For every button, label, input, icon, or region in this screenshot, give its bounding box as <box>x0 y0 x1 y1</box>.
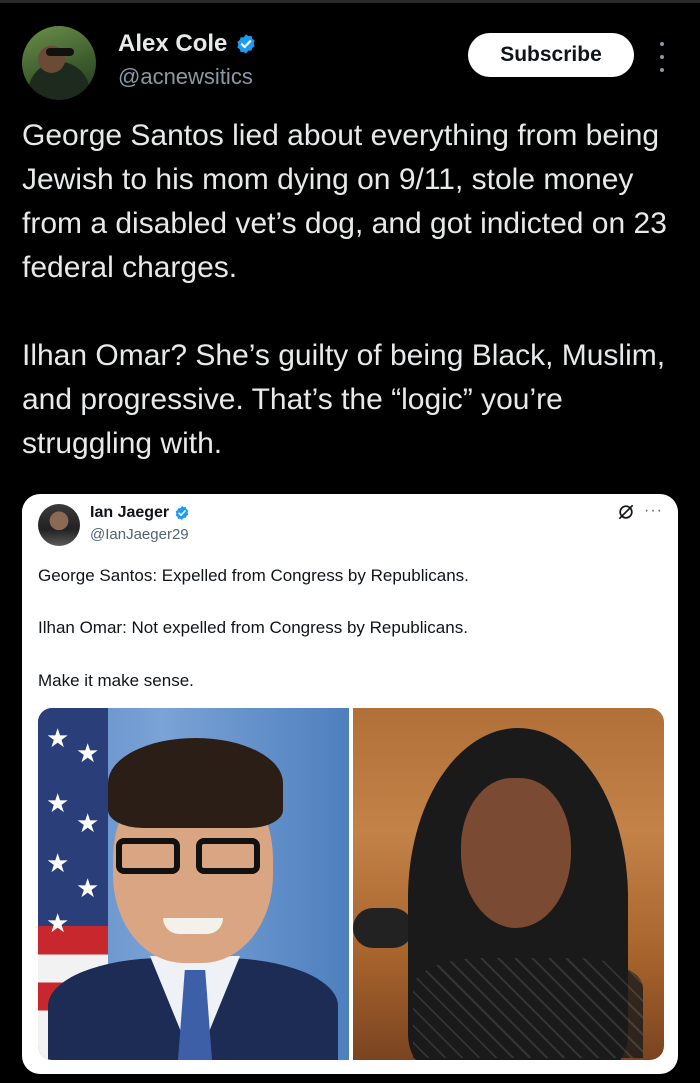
divider <box>0 0 700 3</box>
quoted-media[interactable]: ★ ★ ★ ★ ★ ★ ★ <box>38 708 664 1060</box>
dot <box>660 55 664 59</box>
face <box>461 778 571 928</box>
star-icon: ★ <box>46 848 70 878</box>
subscribe-button[interactable]: Subscribe <box>468 33 634 77</box>
quoted-more-options-icon[interactable]: ··· <box>644 502 663 520</box>
author-avatar[interactable] <box>22 26 96 100</box>
quoted-text-line: George Santos: Expelled from Congress by… <box>38 566 469 585</box>
quoted-text-line: Make it make sense. <box>38 671 194 690</box>
quoted-author-name-row: Ian Jaeger <box>90 504 190 522</box>
quoted-post-card[interactable]: Ian Jaeger @IanJaeger29 ··· George Santo… <box>22 494 678 1074</box>
quoted-author-avatar[interactable] <box>38 504 80 546</box>
microphone <box>353 908 413 948</box>
quoted-author-name[interactable]: Ian Jaeger <box>90 504 169 522</box>
glasses <box>116 838 271 878</box>
author-handle[interactable]: @acnewsitics <box>118 64 253 90</box>
star-icon: ★ <box>46 723 70 753</box>
photo-george-santos[interactable]: ★ ★ ★ ★ ★ ★ ★ <box>38 708 349 1060</box>
smile <box>163 918 223 934</box>
scarf-pattern <box>413 958 643 1058</box>
quoted-text-line: Ilhan Omar: Not expelled from Congress b… <box>38 618 468 637</box>
more-options-icon[interactable] <box>654 40 670 74</box>
verified-badge-icon <box>175 506 189 520</box>
dot <box>660 68 664 72</box>
dot <box>660 42 664 46</box>
star-icon: ★ <box>46 908 70 938</box>
star-icon: ★ <box>76 873 100 903</box>
quoted-author-handle[interactable]: @IanJaeger29 <box>90 526 189 543</box>
grok-icon[interactable] <box>616 502 636 522</box>
author-name-row: Alex Cole <box>118 30 257 58</box>
star-icon: ★ <box>76 808 100 838</box>
author-name[interactable]: Alex Cole <box>118 30 227 58</box>
avatar-glasses <box>46 48 74 56</box>
post-body: George Santos lied about everything from… <box>22 119 667 460</box>
photo-ilhan-omar[interactable] <box>353 708 664 1060</box>
verified-badge-icon <box>237 34 255 54</box>
hair <box>108 738 283 828</box>
star-icon: ★ <box>46 788 70 818</box>
star-icon: ★ <box>76 738 100 768</box>
post: Alex Cole @acnewsitics Subscribe George … <box>0 0 700 1083</box>
